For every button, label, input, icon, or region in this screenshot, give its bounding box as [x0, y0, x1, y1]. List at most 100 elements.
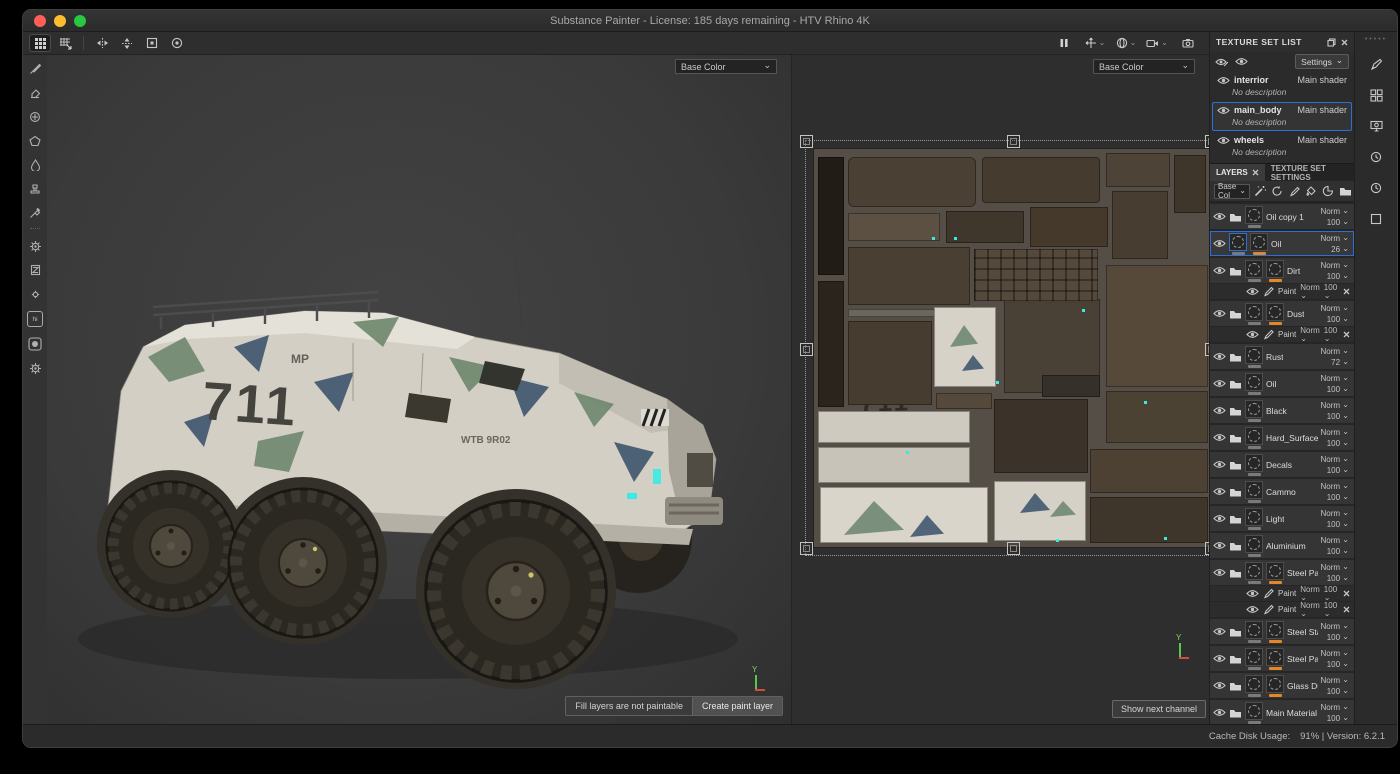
folder-icon[interactable]: [1229, 627, 1242, 637]
texture-set-row[interactable]: main_body Main shader No description: [1212, 102, 1352, 131]
tab-texture-set-settings[interactable]: TEXTURE SET SETTINGS: [1265, 164, 1354, 181]
clone-tool-icon[interactable]: [27, 182, 43, 196]
layer-opacity[interactable]: 100 ⌄: [1327, 573, 1349, 584]
float-panel-icon[interactable]: [1327, 38, 1336, 47]
eye-icon[interactable]: [1217, 106, 1230, 115]
minimize-window-button[interactable]: [54, 15, 66, 27]
eye-icon[interactable]: [1213, 433, 1226, 442]
eye-icon[interactable]: [1213, 212, 1226, 221]
layer-mask-thumbnail[interactable]: [1245, 675, 1263, 693]
transform-handle[interactable]: [800, 135, 813, 148]
layer-opacity[interactable]: 100 ⌄: [1327, 314, 1349, 325]
layer-row[interactable]: BlackNorm ⌄100 ⌄: [1210, 398, 1354, 423]
render-view-icon[interactable]: [27, 263, 43, 277]
display-settings-icon[interactable]: [1367, 117, 1385, 135]
screenshot-icon[interactable]: [1177, 34, 1199, 52]
symmetry-y-icon[interactable]: [116, 34, 138, 52]
layer-row[interactable]: Steel StainedNorm ⌄100 ⌄: [1210, 619, 1354, 644]
transform-handle[interactable]: [1205, 343, 1209, 356]
add-fill-layer-icon[interactable]: [1305, 185, 1318, 198]
layer-row[interactable]: OilNorm ⌄100 ⌄: [1210, 371, 1354, 396]
eye-icon[interactable]: [1213, 681, 1226, 690]
close-window-button[interactable]: [34, 15, 46, 27]
layer-mask-thumbnail[interactable]: [1245, 206, 1263, 224]
effect-blend-mode[interactable]: Norm ⌄: [1300, 326, 1320, 344]
eye-icon[interactable]: [1213, 239, 1226, 248]
layer-row[interactable]: Steel Painted Roug...Norm ⌄100 ⌄: [1210, 560, 1354, 585]
add-group-icon[interactable]: [1339, 185, 1352, 198]
eye-icon[interactable]: [1213, 266, 1226, 275]
eye-icon[interactable]: [1213, 352, 1226, 361]
layer-mask-thumbnail[interactable]: [1245, 400, 1263, 418]
folder-icon[interactable]: [1229, 352, 1242, 362]
layer-mask-thumbnail[interactable]: [1250, 233, 1268, 251]
folder-icon[interactable]: [1229, 708, 1242, 718]
transform-handle[interactable]: [1205, 542, 1209, 555]
layer-opacity[interactable]: 100 ⌄: [1327, 438, 1349, 449]
layer-opacity[interactable]: 100 ⌄: [1327, 632, 1349, 643]
dock-drag-handle[interactable]: •••••: [1365, 38, 1387, 42]
layer-effect-row[interactable]: Paint Norm ⌄ 100 ⌄: [1210, 585, 1354, 601]
eye-icon[interactable]: [1213, 568, 1226, 577]
layer-mask-thumbnail[interactable]: [1245, 621, 1263, 639]
layer-row[interactable]: CammoNorm ⌄100 ⌄: [1210, 479, 1354, 504]
remove-effect-icon[interactable]: [1343, 590, 1350, 597]
layer-opacity[interactable]: 100 ⌄: [1327, 713, 1349, 724]
layer-row[interactable]: Glass DustyNorm ⌄100 ⌄: [1210, 673, 1354, 698]
layer-mask-thumbnail[interactable]: [1266, 621, 1284, 639]
add-smart-mask-icon[interactable]: [1322, 185, 1335, 198]
visibility-icon[interactable]: [1235, 57, 1248, 66]
layer-row[interactable]: OilNorm ⌄26 ⌄: [1210, 231, 1354, 256]
layer-mask-thumbnail[interactable]: [1245, 702, 1263, 720]
polygon-fill-tool-icon[interactable]: [27, 134, 43, 148]
eye-icon[interactable]: [1213, 654, 1226, 663]
layer-row[interactable]: AluminiumNorm ⌄100 ⌄: [1210, 533, 1354, 558]
layer-mask-thumbnail[interactable]: [1266, 675, 1284, 693]
smudge-tool-icon[interactable]: [27, 158, 43, 172]
target-icon[interactable]: [166, 34, 188, 52]
channel-filter-select[interactable]: Base Col⌄: [1214, 184, 1250, 199]
remove-effect-icon[interactable]: [1343, 288, 1350, 295]
layer-effect-row[interactable]: Paint Norm ⌄ 100 ⌄: [1210, 601, 1354, 617]
eye-icon[interactable]: [1213, 406, 1226, 415]
history-icon[interactable]: [1367, 179, 1385, 197]
tab-layers[interactable]: LAYERS: [1210, 164, 1265, 181]
paint-tool-icon[interactable]: [27, 62, 43, 76]
transform-handle[interactable]: [800, 542, 813, 555]
lazy-grid-icon[interactable]: [54, 34, 76, 52]
layer-row[interactable]: Oil copy 1Norm ⌄100 ⌄: [1210, 204, 1354, 229]
layer-mask-thumbnail[interactable]: [1245, 508, 1263, 526]
add-smart-material-icon[interactable]: [1271, 185, 1284, 198]
layer-row[interactable]: RustNorm ⌄72 ⌄: [1210, 344, 1354, 369]
layer-row[interactable]: Steel Painted Scra...Norm ⌄100 ⌄: [1210, 646, 1354, 671]
layer-opacity[interactable]: 100 ⌄: [1327, 519, 1349, 530]
shelf-grid-icon[interactable]: [1367, 86, 1385, 104]
add-paint-layer-icon[interactable]: [1288, 185, 1301, 198]
layer-opacity[interactable]: 100 ⌄: [1327, 546, 1349, 557]
viewer-settings-icon[interactable]: [27, 287, 43, 301]
eye-icon[interactable]: [1213, 379, 1226, 388]
folder-icon[interactable]: [1229, 514, 1242, 524]
layer-row[interactable]: Hard_SurfaceNorm ⌄100 ⌄: [1210, 425, 1354, 450]
particles-tool-icon[interactable]: [27, 239, 43, 253]
close-tab-icon[interactable]: [1252, 169, 1259, 176]
transform-handle[interactable]: [1007, 135, 1020, 148]
effect-blend-mode[interactable]: Norm ⌄: [1300, 601, 1320, 619]
layer-mask-thumbnail[interactable]: [1266, 562, 1284, 580]
eye-icon[interactable]: [1213, 460, 1226, 469]
layer-opacity[interactable]: 100 ⌄: [1327, 411, 1349, 422]
eye-icon[interactable]: [1213, 487, 1226, 496]
folder-icon[interactable]: [1229, 487, 1242, 497]
folder-icon[interactable]: [1229, 460, 1242, 470]
gizmo-mode-icon[interactable]: ⌄: [1084, 34, 1106, 52]
effect-opacity[interactable]: 100 ⌄: [1324, 601, 1339, 619]
folder-icon[interactable]: [1229, 541, 1242, 551]
channel-select-2d[interactable]: Base Color⌄: [1093, 59, 1195, 74]
add-effect-icon[interactable]: [1254, 185, 1267, 198]
viewport-3d[interactable]: Base Color⌄: [47, 55, 791, 724]
layer-effect-row[interactable]: Paint Norm ⌄ 100 ⌄: [1210, 326, 1354, 342]
transform-handle[interactable]: [1007, 542, 1020, 555]
layer-mask-thumbnail[interactable]: [1266, 260, 1284, 278]
eye-icon[interactable]: [1217, 136, 1230, 145]
folder-icon[interactable]: [1229, 406, 1242, 416]
